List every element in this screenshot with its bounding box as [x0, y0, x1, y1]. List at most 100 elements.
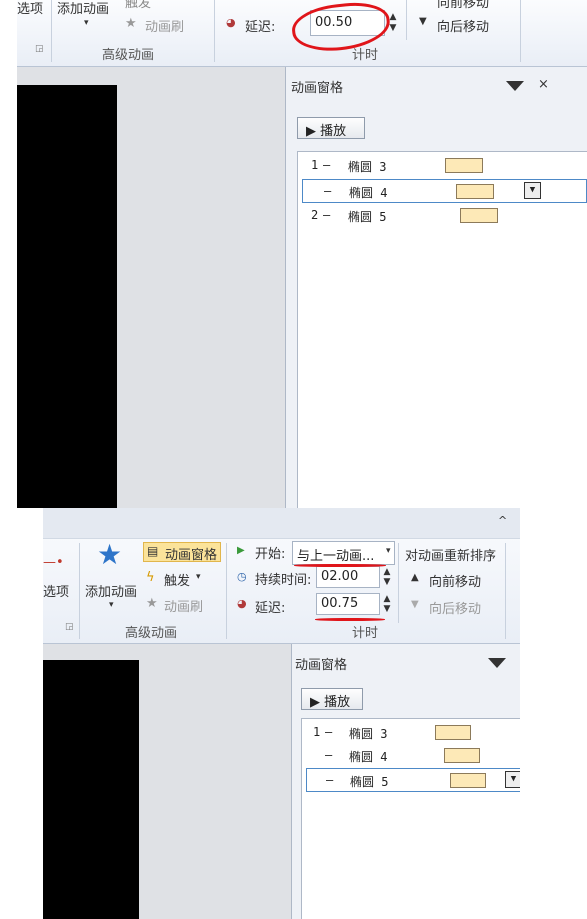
move-earlier-button[interactable]: 向前移动 [429, 571, 481, 590]
pane-options-icon[interactable] [506, 81, 524, 91]
animation-row-selected[interactable]: — 椭圆 4 ▼ [302, 179, 587, 203]
group-separator [398, 543, 399, 623]
row-index: 1 [313, 725, 321, 739]
row-dropdown-button[interactable]: ▼ [524, 182, 541, 199]
timing-bar[interactable] [444, 748, 480, 763]
row-dash: — [323, 158, 331, 172]
row-name: 椭圆 5 [350, 775, 389, 789]
animation-row[interactable]: 2 — 椭圆 5 [298, 204, 587, 228]
ribbon: ^ —• 选项 ★ 添加动画 ▾ ▤ 动画窗格 ϟ 触发 ▾ ★ 动画刷 高级动… [43, 508, 520, 644]
play-label: 播放 [320, 124, 347, 139]
animation-row-selected[interactable]: — 椭圆 5 ▼ [306, 768, 520, 792]
group-separator [226, 543, 227, 639]
start-select[interactable]: 与上一动画... [292, 541, 395, 565]
animation-pane-button[interactable]: ▤ 动画窗格 [143, 542, 221, 563]
chevron-down-icon[interactable]: ▾ [386, 546, 391, 556]
pane-options-icon[interactable] [488, 658, 506, 668]
group-separator [214, 0, 215, 62]
row-dropdown-button[interactable]: ▼ [505, 771, 520, 788]
add-animation-icon: ★ [97, 538, 123, 571]
delay-down-button[interactable]: ▼ [380, 604, 394, 614]
row-name: 椭圆 5 [348, 210, 387, 224]
timing-group-label: 计时 [352, 626, 379, 641]
dialog-launcher-icon[interactable]: ◲ [35, 44, 44, 54]
delay-up-button[interactable]: ▲ [380, 594, 394, 604]
trigger-caret[interactable]: ▾ [196, 572, 201, 582]
duration-value: 02.00 [321, 569, 359, 584]
row-index: 2 [311, 208, 319, 222]
animation-pane: 动画窗格 × ▶ 播放 1 — 椭圆 3 — 椭圆 4 ▼ 2 — 椭圆 5 [285, 67, 587, 508]
play-label: 播放 [324, 695, 351, 710]
clock-icon: ◷ [237, 570, 247, 583]
play-button[interactable]: ▶ 播放 [297, 117, 365, 139]
move-later-icon: ▼ [411, 599, 419, 610]
bottom-screenshot: ^ —• 选项 ★ 添加动画 ▾ ▤ 动画窗格 ϟ 触发 ▾ ★ 动画刷 高级动… [43, 508, 520, 919]
duration-up-button[interactable]: ▲ [380, 567, 394, 577]
delay-icon: ◕ [226, 16, 236, 29]
timing-bar[interactable] [456, 184, 494, 199]
effect-options-label[interactable]: 选项 [43, 581, 69, 600]
move-later-icon: ▼ [419, 16, 427, 27]
animation-row[interactable]: 1 — 椭圆 3 [298, 154, 587, 178]
animation-list: 1 — 椭圆 3 — 椭圆 4 ▼ 2 — 椭圆 5 [297, 151, 587, 508]
row-name: 椭圆 4 [349, 750, 388, 764]
annotation-underline [294, 564, 386, 567]
duration-down-button[interactable]: ▼ [380, 577, 394, 587]
start-value: 与上一动画... [297, 549, 375, 564]
play-icon: ▶ [306, 124, 316, 139]
annotation-underline [315, 618, 385, 621]
timing-bar[interactable] [450, 773, 486, 788]
group-separator [505, 543, 506, 639]
slide-editing-area [17, 67, 285, 508]
delay-label: 延迟: [245, 20, 276, 35]
trigger-button[interactable]: 触发 [125, 0, 151, 11]
animation-painter-icon: ★ [125, 16, 137, 31]
add-animation-caret[interactable]: ▾ [109, 600, 114, 610]
move-later-button[interactable]: 向后移动 [429, 598, 481, 617]
row-index: 1 [311, 158, 319, 172]
collapse-ribbon-icon[interactable]: ^ [498, 514, 507, 527]
animation-painter-icon: ★ [146, 596, 158, 611]
animation-pane: 动画窗格 ▶ 播放 1 — 椭圆 3 — 椭圆 4 — 椭圆 5 ▼ [291, 644, 520, 919]
animation-row[interactable]: — 椭圆 4 [302, 744, 520, 768]
row-name: 椭圆 3 [349, 727, 388, 741]
close-icon[interactable]: × [538, 77, 549, 92]
add-animation-caret[interactable]: ▾ [84, 18, 89, 28]
timing-bar[interactable] [435, 725, 471, 740]
row-dash: — [325, 725, 333, 739]
duration-input[interactable]: 02.00 [316, 566, 380, 588]
delay-input[interactable]: 00.75 [316, 593, 380, 615]
slide-canvas[interactable] [43, 660, 139, 919]
animation-painter-button[interactable]: 动画刷 [164, 596, 203, 615]
effect-options-label[interactable]: 选项 [17, 0, 43, 17]
move-earlier-button[interactable]: 向前移动 [437, 0, 489, 11]
group-separator [406, 0, 407, 40]
animation-pane-label: 动画窗格 [165, 548, 218, 563]
play-button[interactable]: ▶ 播放 [301, 688, 363, 710]
slide-canvas[interactable] [17, 85, 117, 508]
animation-list: 1 — 椭圆 3 — 椭圆 4 — 椭圆 5 ▼ [301, 718, 520, 919]
start-icon: ▶ [237, 545, 245, 556]
title-bar: ^ [43, 508, 520, 539]
dialog-launcher-icon[interactable]: ◲ [65, 622, 74, 632]
animation-pane-title: 动画窗格 [295, 658, 348, 673]
trigger-button[interactable]: 触发 [164, 570, 190, 589]
animation-painter-button[interactable]: 动画刷 [145, 16, 184, 35]
group-separator [520, 0, 521, 62]
timing-bar[interactable] [445, 158, 483, 173]
group-separator [51, 0, 52, 62]
trigger-icon: ϟ [146, 570, 155, 585]
path-icon: —• [43, 555, 64, 570]
animation-row[interactable]: 1 — 椭圆 3 [302, 721, 520, 745]
reorder-label: 对动画重新排序 [405, 549, 497, 564]
add-animation-button[interactable]: 添加动画 [57, 0, 109, 17]
row-dash: — [324, 184, 332, 198]
row-dash: — [326, 773, 334, 787]
move-later-button[interactable]: 向后移动 [437, 16, 489, 35]
row-dash: — [325, 748, 333, 762]
advanced-animation-group-label: 高级动画 [125, 626, 178, 641]
add-animation-button[interactable]: 添加动画 [85, 581, 137, 600]
group-separator [79, 543, 80, 639]
row-dash: — [323, 208, 331, 222]
timing-bar[interactable] [460, 208, 498, 223]
